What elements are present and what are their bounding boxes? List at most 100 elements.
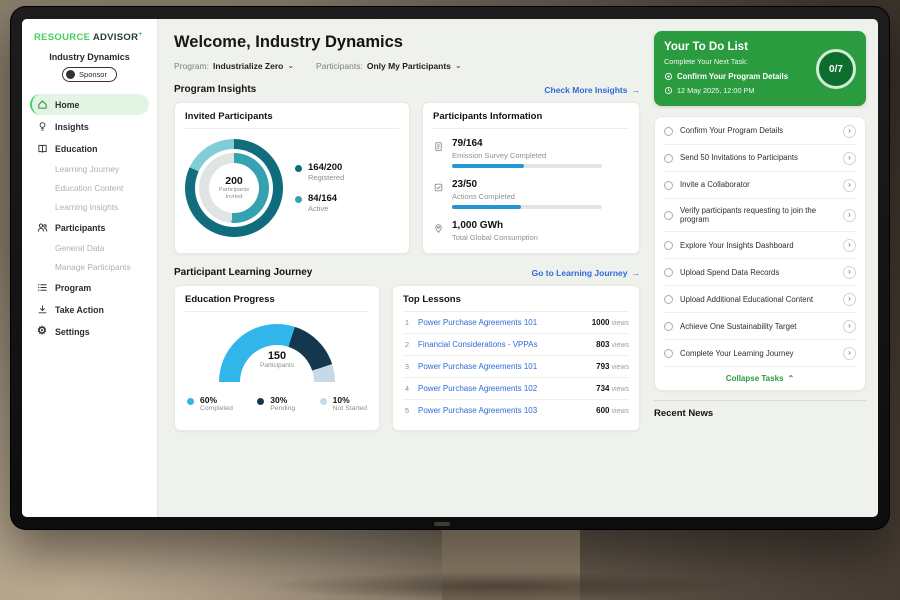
todo-due-label: 12 May 2025, 12:00 PM bbox=[677, 86, 754, 95]
task-checkbox[interactable] bbox=[664, 268, 673, 277]
learning-journey-header: Participant Learning Journey Go to Learn… bbox=[174, 267, 640, 278]
task-label: Explore Your Insights Dashboard bbox=[680, 241, 836, 251]
task-row[interactable]: Verify participants requesting to join t… bbox=[664, 199, 856, 232]
card-title: Participants Information bbox=[433, 111, 629, 129]
legend-value: 84/164 bbox=[308, 194, 337, 204]
sidebar-item-general-data[interactable]: General Data bbox=[30, 239, 149, 257]
collapse-tasks-button[interactable]: Collapse Tasks ⌃ bbox=[664, 367, 856, 389]
program-insights-header: Program Insights Check More Insights → bbox=[174, 84, 640, 95]
lesson-row: 2 Financial Considerations - VPPAs 803vi… bbox=[403, 334, 629, 356]
todo-column: Your To Do List Complete Your Next Task:… bbox=[654, 31, 866, 517]
legend-dot-icon bbox=[257, 398, 264, 405]
legend-label: Pending bbox=[270, 405, 295, 412]
chevron-right-icon[interactable]: › bbox=[843, 152, 856, 165]
clock-icon bbox=[664, 86, 673, 95]
chevron-right-icon[interactable]: › bbox=[843, 179, 856, 192]
program-dropdown[interactable]: Program: Industrialize Zero ⌄ bbox=[174, 61, 294, 71]
progress-bar bbox=[452, 164, 602, 168]
sidebar-item-settings[interactable]: ⚙ Settings bbox=[30, 321, 149, 342]
task-label: Achieve One Sustainability Target bbox=[680, 322, 836, 332]
task-checkbox[interactable] bbox=[664, 181, 673, 190]
card-title: Education Progress bbox=[185, 294, 369, 312]
go-to-learning-journey-link[interactable]: Go to Learning Journey → bbox=[532, 268, 640, 278]
sidebar-item-learning-journey[interactable]: Learning Journey bbox=[30, 160, 149, 178]
task-checkbox[interactable] bbox=[664, 349, 673, 358]
stand-shadow bbox=[260, 572, 740, 600]
lesson-views-count: 1000 bbox=[592, 318, 610, 327]
chevron-right-icon[interactable]: › bbox=[843, 293, 856, 306]
sidebar-item-program[interactable]: Program bbox=[30, 277, 149, 298]
sidebar-item-participants[interactable]: Participants bbox=[30, 217, 149, 238]
todo-next-task-label: Confirm Your Program Details bbox=[677, 72, 788, 81]
sidebar-item-manage-participants[interactable]: Manage Participants bbox=[30, 258, 149, 276]
sidebar-item-take-action[interactable]: Take Action bbox=[30, 299, 149, 320]
lesson-link[interactable]: Power Purchase Agreements 102 bbox=[418, 384, 589, 393]
task-checkbox[interactable] bbox=[664, 241, 673, 250]
participants-label: Participants: bbox=[316, 61, 363, 71]
sidebar-item-learning-insights[interactable]: Learning Insights bbox=[30, 198, 149, 216]
task-row[interactable]: Confirm Your Program Details › bbox=[664, 118, 856, 145]
chevron-right-icon[interactable]: › bbox=[843, 320, 856, 333]
chevron-right-icon[interactable]: › bbox=[843, 266, 856, 279]
app-logo: RESOURCE ADVISOR+ bbox=[30, 31, 149, 43]
lesson-row: 4 Power Purchase Agreements 102 734views bbox=[403, 378, 629, 400]
sidebar-item-label: Home bbox=[55, 100, 79, 110]
sidebar-item-insights[interactable]: Insights bbox=[30, 116, 149, 137]
participants-value: Only My Participants bbox=[367, 61, 451, 71]
sidebar-item-education-content[interactable]: Education Content bbox=[30, 179, 149, 197]
task-checkbox[interactable] bbox=[664, 154, 673, 163]
task-label: Verify participants requesting to join t… bbox=[680, 206, 836, 225]
chevron-right-icon[interactable]: › bbox=[843, 125, 856, 138]
task-checkbox[interactable] bbox=[664, 295, 673, 304]
task-row[interactable]: Upload Additional Educational Content › bbox=[664, 286, 856, 313]
donut-center-label: Participants Invited bbox=[213, 187, 255, 200]
link-label: Go to Learning Journey bbox=[532, 268, 628, 278]
home-icon bbox=[37, 99, 48, 110]
program-label: Program: bbox=[174, 61, 209, 71]
gear-icon: ⚙ bbox=[37, 326, 48, 337]
chevron-right-icon[interactable]: › bbox=[843, 209, 856, 222]
global-consumption-row: 1,000 GWh Total Global Consumption bbox=[433, 220, 629, 246]
lesson-views-count: 803 bbox=[596, 340, 609, 349]
lesson-link[interactable]: Power Purchase Agreements 101 bbox=[418, 362, 589, 371]
task-row[interactable]: Complete Your Learning Journey › bbox=[664, 340, 856, 367]
chevron-up-icon: ⌃ bbox=[787, 374, 794, 383]
legend-dot-icon bbox=[187, 398, 194, 405]
section-title: Participant Learning Journey bbox=[174, 267, 312, 278]
task-row[interactable]: Send 50 Invitations to Participants › bbox=[664, 145, 856, 172]
info-rows: 79/164 Emission Survey Completed bbox=[433, 138, 629, 246]
lesson-views-unit: views bbox=[611, 386, 629, 393]
chevron-right-icon[interactable]: › bbox=[843, 239, 856, 252]
lesson-views-unit: views bbox=[611, 342, 629, 349]
sidebar-item-home[interactable]: Home bbox=[30, 94, 149, 115]
education-gauge-chart: 150 Participants bbox=[219, 324, 335, 382]
legend-dot-icon bbox=[320, 398, 327, 405]
todo-next-task[interactable]: Confirm Your Program Details bbox=[664, 72, 804, 81]
lesson-row: 1 Power Purchase Agreements 101 1000view… bbox=[403, 312, 629, 334]
lesson-link[interactable]: Power Purchase Agreements 101 bbox=[418, 318, 585, 327]
task-row[interactable]: Upload Spend Data Records › bbox=[664, 259, 856, 286]
legend-value: 10% bbox=[333, 396, 367, 405]
power-led bbox=[434, 522, 450, 526]
participants-dropdown[interactable]: Participants: Only My Participants ⌄ bbox=[316, 61, 462, 71]
sidebar-item-education[interactable]: Education bbox=[30, 138, 149, 159]
task-checkbox[interactable] bbox=[664, 211, 673, 220]
legend-dot-icon bbox=[295, 196, 302, 203]
todo-summary-card: Your To Do List Complete Your Next Task:… bbox=[654, 31, 866, 106]
chevron-down-icon: ⌄ bbox=[455, 62, 462, 70]
task-checkbox[interactable] bbox=[664, 127, 673, 136]
lesson-link[interactable]: Power Purchase Agreements 103 bbox=[418, 406, 589, 415]
lesson-link[interactable]: Financial Considerations - VPPAs bbox=[418, 340, 589, 349]
gauge-center-label: Participants bbox=[219, 362, 335, 369]
task-row[interactable]: Explore Your Insights Dashboard › bbox=[664, 232, 856, 259]
emission-survey-row: 79/164 Emission Survey Completed bbox=[433, 138, 629, 168]
lesson-views-unit: views bbox=[611, 408, 629, 415]
chevron-right-icon[interactable]: › bbox=[843, 347, 856, 360]
stat-label: Total Global Consumption bbox=[452, 233, 538, 242]
task-row[interactable]: Invite a Collaborator › bbox=[664, 172, 856, 199]
legend-value: 164/200 bbox=[308, 163, 344, 173]
check-more-insights-link[interactable]: Check More Insights → bbox=[544, 85, 640, 95]
lesson-views-count: 734 bbox=[596, 384, 609, 393]
task-checkbox[interactable] bbox=[664, 322, 673, 331]
task-row[interactable]: Achieve One Sustainability Target › bbox=[664, 313, 856, 340]
